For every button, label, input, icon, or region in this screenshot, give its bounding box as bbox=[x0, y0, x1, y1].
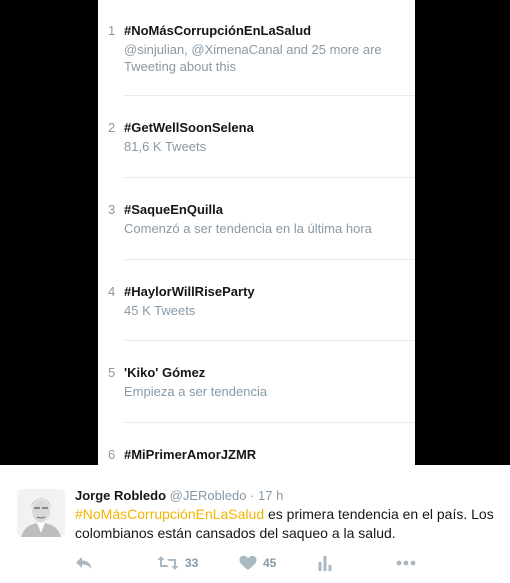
trend-rank: 2 bbox=[108, 120, 116, 135]
tweet-timestamp[interactable]: 17 h bbox=[258, 488, 283, 503]
trend-rank: 1 bbox=[108, 23, 116, 38]
more-icon bbox=[396, 560, 416, 566]
trend-rank: 4 bbox=[108, 284, 116, 299]
separator: · bbox=[250, 488, 255, 503]
author-handle[interactable]: @JERobledo bbox=[170, 488, 247, 503]
tweet-header: Jorge Robledo @JERobledo · 17 h bbox=[75, 487, 283, 504]
author-name[interactable]: Jorge Robledo bbox=[75, 488, 166, 503]
divider bbox=[124, 259, 415, 260]
trend-meta: Empieza a ser tendencia bbox=[124, 384, 268, 399]
retweet-button[interactable]: 33 bbox=[157, 553, 198, 573]
trend-name[interactable]: #HaylorWillRiseParty bbox=[124, 283, 255, 301]
avatar-portrait-icon bbox=[17, 489, 65, 537]
analytics-button[interactable] bbox=[318, 553, 332, 573]
tweet-text: #NoMásCorrupciónEnLaSalud es primera ten… bbox=[75, 505, 495, 543]
reply-icon bbox=[76, 557, 92, 569]
trends-list: 1 #NoMásCorrupciónEnLaSalud @sinjulian, … bbox=[98, 0, 415, 465]
like-count: 45 bbox=[263, 556, 277, 570]
trend-meta: 81,6 K Tweets bbox=[124, 139, 207, 154]
like-button[interactable]: 45 bbox=[239, 553, 276, 573]
retweet-icon bbox=[157, 556, 179, 570]
divider bbox=[124, 95, 415, 96]
trend-meta: @sinjulian, @XimenaCanal and 25 more are… bbox=[124, 42, 382, 74]
divider bbox=[124, 177, 415, 178]
trend-name[interactable]: 'Kiko' Gómez bbox=[124, 364, 205, 382]
trend-rank: 5 bbox=[108, 365, 116, 380]
hashtag-link[interactable]: #NoMásCorrupciónEnLaSalud bbox=[75, 506, 264, 522]
trend-name[interactable]: #NoMásCorrupciónEnLaSalud bbox=[124, 22, 311, 40]
trend-meta: 45 K Tweets bbox=[124, 303, 196, 318]
trend-meta: Comenzó a ser tendencia en la última hor… bbox=[124, 221, 372, 236]
trend-rank: 3 bbox=[108, 202, 116, 217]
tweet-card[interactable]: Jorge Robledo @JERobledo · 17 h #NoMásCo… bbox=[0, 465, 510, 583]
trend-name[interactable]: #SaqueEnQuilla bbox=[124, 201, 223, 219]
divider bbox=[124, 340, 415, 341]
reply-button[interactable] bbox=[75, 553, 93, 573]
avatar[interactable] bbox=[17, 489, 65, 537]
trend-name[interactable]: #GetWellSoonSelena bbox=[124, 119, 254, 137]
trend-name[interactable]: #MiPrimerAmorJZMR bbox=[124, 446, 256, 464]
tweet-actions: 33 45 bbox=[75, 553, 495, 573]
trend-rank: 6 bbox=[108, 447, 116, 462]
more-button[interactable] bbox=[396, 553, 416, 573]
analytics-icon bbox=[318, 556, 332, 571]
divider bbox=[124, 422, 415, 423]
heart-icon bbox=[239, 555, 257, 570]
retweet-count: 33 bbox=[185, 556, 199, 570]
